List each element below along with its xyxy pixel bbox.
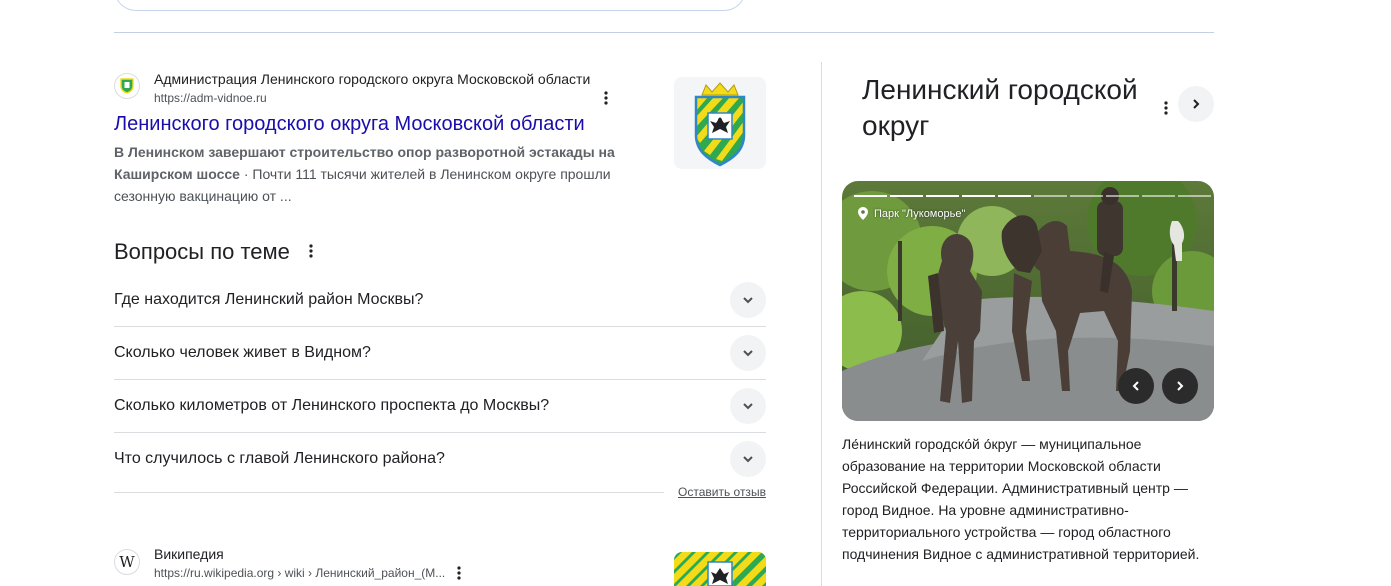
- knowledge-panel-title: Ленинский городской округ: [862, 74, 1138, 141]
- paa-question-text: Сколько километров от Ленинского проспек…: [114, 396, 550, 414]
- feedback-link[interactable]: Оставить отзыв: [678, 485, 766, 499]
- result-thumbnail[interactable]: [674, 552, 766, 586]
- paa-divider: [114, 492, 664, 493]
- expand-button[interactable]: [730, 440, 766, 477]
- coat-of-arms-image: [674, 77, 766, 169]
- coat-of-arms-image: [674, 552, 766, 586]
- paa-question[interactable]: Что случилось с главой Ленинского района…: [114, 432, 766, 485]
- expand-button[interactable]: [730, 334, 766, 371]
- paa-menu-button[interactable]: [303, 241, 319, 261]
- site-url[interactable]: https://adm-vidnoe.ru: [154, 91, 267, 105]
- result-menu-button[interactable]: [598, 88, 614, 108]
- more-vert-icon: [309, 244, 313, 258]
- knowledge-panel-description: Ле́нинский городско́й о́круг — муниципал…: [842, 436, 1200, 562]
- chevron-down-icon: [743, 296, 753, 303]
- result-thumbnail[interactable]: [674, 77, 766, 169]
- knowledge-panel-image[interactable]: Парк "Лукоморье": [842, 181, 1214, 421]
- paa-heading: Вопросы по теме: [114, 239, 290, 264]
- location-pin-icon: [858, 207, 868, 220]
- knowledge-panel-divider: [821, 62, 822, 586]
- paa-question-text: Где находится Ленинский район Москвы?: [114, 290, 424, 308]
- chevron-down-icon: [743, 455, 753, 462]
- more-vert-icon: [604, 91, 608, 105]
- chevron-right-icon: [1193, 99, 1200, 109]
- paa-question-text: Что случилось с главой Ленинского района…: [114, 449, 445, 467]
- expand-button[interactable]: [730, 387, 766, 424]
- image-progress-segment: [1142, 195, 1175, 197]
- coat-of-arms-icon: [120, 78, 134, 94]
- image-progress-segment: [890, 195, 923, 197]
- result-menu-button[interactable]: [451, 563, 467, 583]
- paa-question-text: Сколько человек живет в Видном?: [114, 343, 371, 361]
- image-progress-segment: [854, 195, 887, 197]
- result-title-link[interactable]: Ленинского городского округа Московской …: [114, 113, 585, 136]
- search-box[interactable]: [114, 0, 746, 11]
- image-progress-segment: [1034, 195, 1067, 197]
- image-progress-segment: [1178, 195, 1211, 197]
- image-progress-segment: [926, 195, 959, 197]
- wikipedia-favicon[interactable]: W: [114, 549, 140, 575]
- chevron-left-icon: [1132, 381, 1139, 391]
- image-progress-segment: [1106, 195, 1139, 197]
- image-progress-segment: [962, 195, 995, 197]
- image-location-caption[interactable]: Парк "Лукоморье": [858, 207, 965, 220]
- result-snippet: В Ленинском завершают строительство опор…: [114, 141, 624, 207]
- image-caption-text: Парк "Лукоморье": [874, 207, 966, 220]
- paa-question[interactable]: Сколько километров от Ленинского проспек…: [114, 379, 766, 433]
- knowledge-panel-next-button[interactable]: [1178, 86, 1214, 122]
- image-next-button[interactable]: [1162, 368, 1198, 404]
- image-prev-button[interactable]: [1118, 368, 1154, 404]
- site-name[interactable]: Википедия: [154, 546, 224, 562]
- wikipedia-icon: W: [119, 553, 135, 571]
- more-vert-icon: [457, 566, 461, 580]
- paa-question[interactable]: Сколько человек живет в Видном?: [114, 326, 766, 380]
- chevron-right-icon: [1177, 381, 1184, 391]
- chevron-down-icon: [743, 349, 753, 356]
- header-divider: [114, 32, 1214, 33]
- chevron-down-icon: [743, 402, 753, 409]
- paa-question[interactable]: Где находится Ленинский район Москвы?: [114, 273, 766, 327]
- knowledge-panel-menu-button[interactable]: [1158, 98, 1174, 118]
- image-progress-segment: [1070, 195, 1103, 197]
- site-favicon[interactable]: [114, 73, 140, 99]
- site-name[interactable]: Администрация Ленинского городского окру…: [154, 71, 590, 87]
- expand-button[interactable]: [730, 281, 766, 318]
- site-url[interactable]: https://ru.wikipedia.org › wiki › Ленинс…: [154, 566, 445, 580]
- image-progress-segment: [998, 195, 1031, 197]
- more-vert-icon: [1164, 101, 1168, 115]
